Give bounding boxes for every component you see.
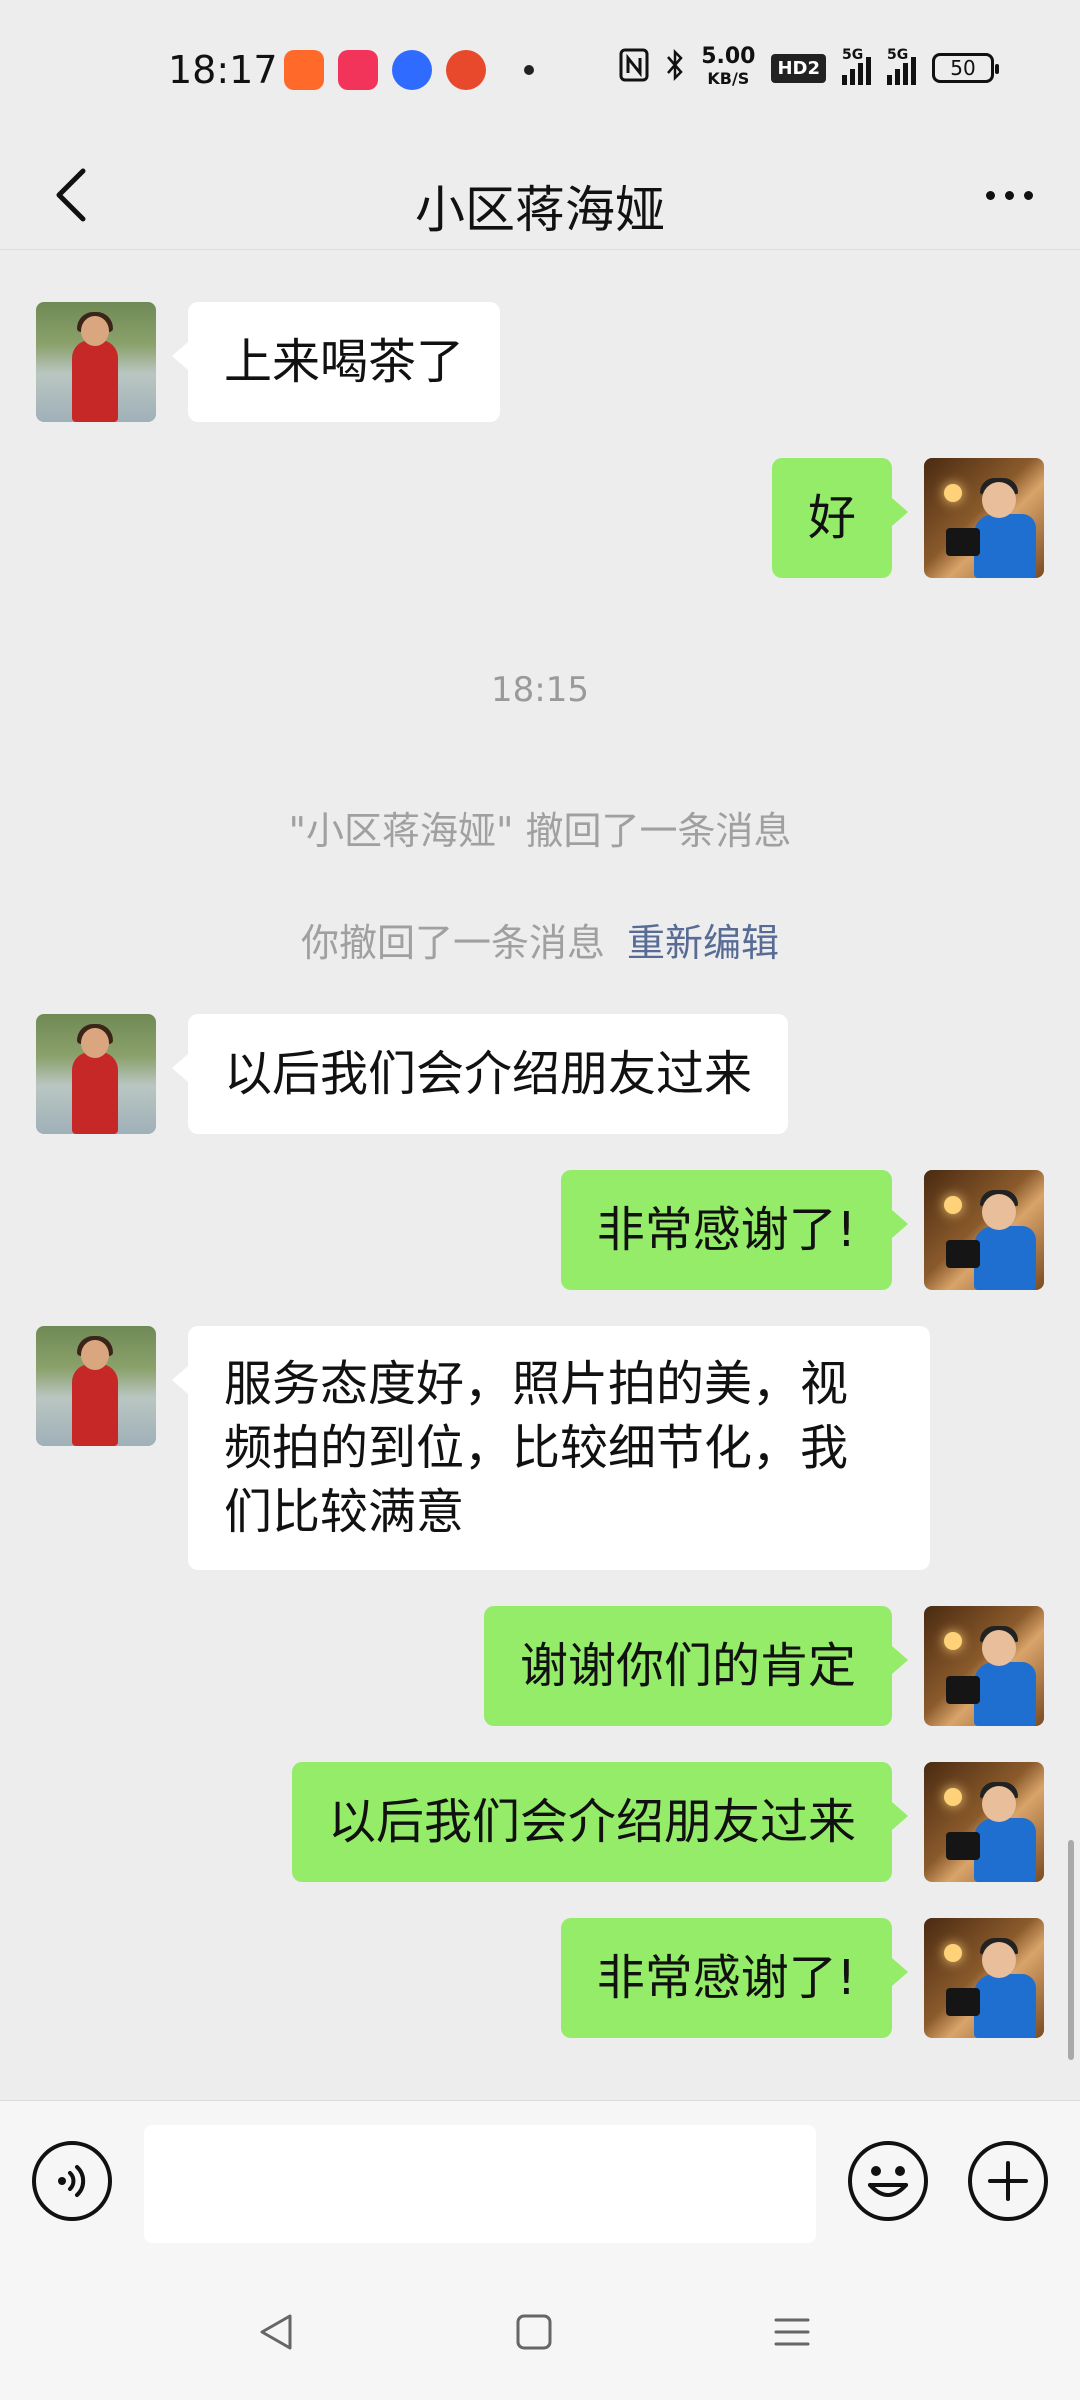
self-avatar[interactable] <box>924 1918 1044 2038</box>
chat-title: 小区蒋海娅 <box>415 181 665 239</box>
dot-icon <box>985 190 995 200</box>
signal-label-2: 5G <box>887 47 909 63</box>
message-bubble-outgoing[interactable]: 以后我们会介绍朋友过来 <box>291 1762 909 1882</box>
dot-icon <box>1023 190 1033 200</box>
status-app-icons <box>284 50 534 90</box>
hd-badge: HD2 <box>771 53 826 83</box>
nfc-icon <box>619 48 649 88</box>
voice-input-button[interactable] <box>32 2141 112 2221</box>
triangle-back-icon <box>260 2314 292 2350</box>
notification-dot-icon <box>524 65 534 75</box>
message-bubble-incoming[interactable]: 以后我们会介绍朋友过来 <box>171 1014 789 1134</box>
bluetooth-icon <box>665 48 685 88</box>
status-time: 18:17 <box>168 48 278 92</box>
message-row-outgoing: 以后我们会介绍朋友过来 <box>0 1762 1080 1882</box>
voice-icon <box>58 2165 86 2197</box>
self-avatar[interactable] <box>924 1762 1044 1882</box>
reedit-link[interactable]: 重新编辑 <box>627 921 779 965</box>
signal-label-1: 5G <box>842 47 864 63</box>
message-row-incoming: 以后我们会介绍朋友过来 <box>0 1014 1080 1134</box>
nav-menu-button[interactable] <box>762 2302 822 2362</box>
menu-lines-icon <box>774 2318 810 2346</box>
message-row-incoming: 上来喝茶了 <box>0 302 1080 422</box>
scrollbar[interactable] <box>1068 1840 1074 2060</box>
message-bubble-incoming[interactable]: 上来喝茶了 <box>171 302 501 422</box>
self-avatar[interactable] <box>924 1170 1044 1290</box>
chat-header: 小区蒋海娅 <box>0 140 1080 250</box>
message-bubble-outgoing[interactable]: 谢谢你们的肯定 <box>483 1606 909 1726</box>
nav-home-button[interactable] <box>504 2302 564 2362</box>
more-options-button[interactable] <box>974 165 1044 225</box>
net-speed-value: 5.00 <box>701 44 756 69</box>
contact-avatar[interactable] <box>36 1014 156 1134</box>
recall-self-text: 你撤回了一条消息 <box>300 921 605 965</box>
app-icon-4 <box>446 50 486 90</box>
battery-icon: 50 <box>932 53 999 83</box>
message-bubble-outgoing[interactable]: 非常感谢了! <box>560 1918 909 2038</box>
dot-icon <box>1004 190 1014 200</box>
paw-app-icon <box>392 50 432 90</box>
status-indicators: 5.00 KB/S HD2 5G 5G 50 <box>619 46 999 90</box>
self-avatar[interactable] <box>924 458 1044 578</box>
self-avatar[interactable] <box>924 1606 1044 1726</box>
message-row-outgoing: 非常感谢了! <box>0 1170 1080 1290</box>
app-icon-1 <box>284 50 324 90</box>
nav-back-button[interactable] <box>246 2302 306 2362</box>
message-row-outgoing: 好 <box>0 458 1080 578</box>
system-navigation-bar <box>0 2260 1080 2400</box>
smiley-icon <box>868 2166 908 2197</box>
message-bubble-outgoing[interactable]: 好 <box>771 458 909 578</box>
plus-icon <box>988 2161 1028 2201</box>
app-icon-2 <box>338 50 378 90</box>
message-row-incoming: 服务态度好，照片拍的美，视频拍的到位，比较细节化，我们比较满意 <box>0 1326 1080 1570</box>
net-speed-unit: KB/S <box>707 69 750 88</box>
message-row-outgoing: 非常感谢了! <box>0 1918 1080 2038</box>
input-bar <box>0 2100 1080 2260</box>
more-actions-button[interactable] <box>968 2141 1048 2221</box>
signal-icon-2: 5G <box>887 47 916 85</box>
message-bubble-incoming[interactable]: 服务态度好，照片拍的美，视频拍的到位，比较细节化，我们比较满意 <box>172 1326 930 1570</box>
square-home-icon <box>516 2314 552 2350</box>
message-bubble-outgoing[interactable]: 非常感谢了! <box>560 1170 909 1290</box>
message-input[interactable] <box>144 2125 816 2243</box>
status-bar: 18:17 5.00 KB/S HD2 5G 5G 50 <box>0 0 1080 140</box>
contact-avatar[interactable] <box>36 302 156 422</box>
recall-notice-other: "小区蒋海娅" 撤回了一条消息 <box>288 809 792 853</box>
signal-icon-1: 5G <box>842 47 871 85</box>
contact-avatar[interactable] <box>36 1326 156 1446</box>
emoji-button[interactable] <box>848 2141 928 2221</box>
net-speed: 5.00 KB/S <box>701 46 755 90</box>
recall-notice-self: 你撤回了一条消息 重新编辑 <box>0 912 1080 967</box>
time-divider: 18:15 <box>491 670 589 710</box>
chat-message-list[interactable]: 上来喝茶了 好 18:15 "小区蒋海娅" 撤回了一条消息 你撤回了一条消息 重新… <box>0 250 1080 2100</box>
message-row-outgoing: 谢谢你们的肯定 <box>0 1606 1080 1726</box>
